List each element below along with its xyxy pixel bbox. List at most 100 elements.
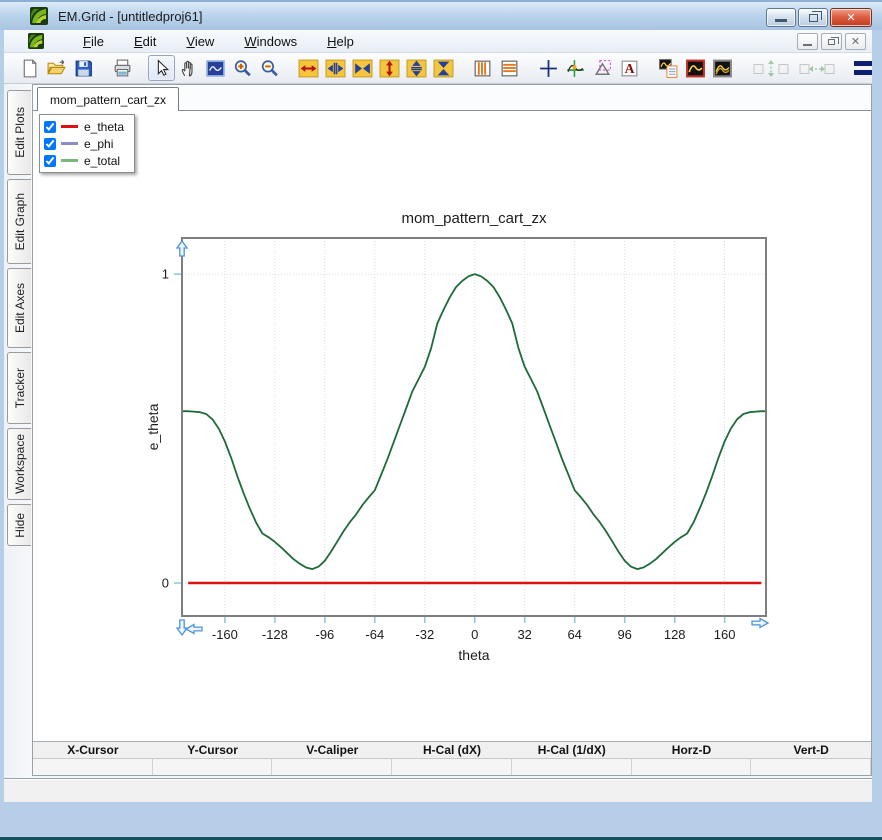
shrink-height-button[interactable]: [430, 55, 457, 81]
legend-label: e_total: [84, 154, 120, 168]
legend-checkbox-e_phi[interactable]: [44, 138, 56, 150]
sidebar-tab-tracker[interactable]: Tracker: [7, 352, 31, 424]
readout-value-cell: [632, 759, 752, 775]
crosshair-button[interactable]: [535, 55, 562, 81]
x-tick-label: 160: [714, 627, 736, 642]
sidebar-tab-edit-plots[interactable]: Edit Plots: [7, 90, 31, 175]
readout-col-vert-d: Vert-D: [751, 742, 871, 758]
sidebar-tab-label: Edit Plots: [13, 107, 27, 158]
readout-col-horz-d: Horz-D: [632, 742, 752, 758]
full-scale-x-button[interactable]: [295, 55, 322, 81]
horizontal-gridlines-icon: [499, 58, 520, 79]
legend-label: e_phi: [84, 137, 113, 151]
menu-view[interactable]: View: [171, 32, 229, 51]
legend-checkbox-e_total[interactable]: [44, 155, 56, 167]
x-tick-label: -96: [316, 627, 335, 642]
align-vertical-icon: [751, 58, 791, 79]
new-document-icon: [19, 58, 40, 79]
tracker-tool-button[interactable]: [562, 55, 589, 81]
sidebar-tab-label: Edit Axes: [13, 283, 27, 333]
legend-item-e_phi: e_phi: [44, 135, 124, 152]
y-tick-label: 0: [162, 576, 169, 591]
tab-mom-pattern-cart-zx[interactable]: mom_pattern_cart_zx: [37, 87, 179, 111]
legend-label: e_theta: [84, 120, 124, 134]
vertical-gridlines-button[interactable]: [469, 55, 496, 81]
readout-value-cell: [512, 759, 632, 775]
multi-curve-window-button[interactable]: [709, 55, 736, 81]
zoom-out-icon: [259, 58, 280, 79]
mdi-close-button[interactable]: ✕: [845, 33, 866, 50]
legend-item-e_theta: e_theta: [44, 118, 124, 135]
expand-width-button[interactable]: [322, 55, 349, 81]
readout-value-cell: [153, 759, 273, 775]
sidebar-tab-label: Workspace: [13, 434, 27, 494]
x-tick-label: 64: [567, 627, 581, 642]
sidebar-tab-workspace[interactable]: Workspace: [7, 428, 31, 500]
menu-edit[interactable]: Edit: [119, 32, 171, 51]
close-button[interactable]: ✕: [830, 8, 872, 27]
plot-document: mom_pattern_cart_zx e_thetae_phie_total …: [32, 84, 872, 776]
mdi-restore-button[interactable]: [821, 33, 842, 50]
svg-text:A: A: [625, 61, 635, 76]
mdi-minimize-button[interactable]: [797, 33, 818, 50]
crosshair-icon: [538, 58, 559, 79]
new-document-button[interactable]: [16, 55, 43, 81]
zoom-region-button[interactable]: [202, 55, 229, 81]
text-annotation-button[interactable]: A: [616, 55, 643, 81]
menu-items: FileEditViewWindowsHelp: [68, 32, 369, 51]
sidebar-tab-hide[interactable]: Hide: [7, 504, 31, 546]
caliper-tool-button[interactable]: [589, 55, 616, 81]
single-curve-window-button[interactable]: [682, 55, 709, 81]
zoom-region-icon: [205, 58, 226, 79]
legend-toggle-button[interactable]: [655, 55, 682, 81]
app-statusbar: [4, 778, 872, 802]
readout-value-row: [33, 759, 871, 775]
zoom-in-icon: [232, 58, 253, 79]
y-axis-label: e_theta: [145, 403, 161, 450]
restore-icon: [809, 14, 818, 22]
save-button[interactable]: [70, 55, 97, 81]
close-icon: ✕: [846, 11, 855, 24]
select-cursor-button[interactable]: [148, 55, 175, 81]
pan-hand-button[interactable]: [175, 55, 202, 81]
horizontal-gridlines-button[interactable]: [496, 55, 523, 81]
open-file-button[interactable]: [43, 55, 70, 81]
sidebar-tab-edit-axes[interactable]: Edit Axes: [7, 268, 31, 348]
mdi-restore-icon: [828, 39, 835, 45]
x-tick-label: -32: [415, 627, 434, 642]
full-scale-y-icon: [379, 58, 400, 79]
menu-help[interactable]: Help: [312, 32, 369, 51]
shrink-width-button[interactable]: [349, 55, 376, 81]
full-scale-y-button[interactable]: [376, 55, 403, 81]
client-area: Edit Plots Edit Graph Edit Axes Tracker Work…: [4, 84, 872, 802]
legend-swatch-e_phi: [61, 142, 78, 145]
y-axis-bottom-handle: [177, 620, 187, 635]
minimize-button[interactable]: [766, 8, 796, 27]
titlebar[interactable]: EM.Grid - [untitledproj61] ✕: [0, 2, 882, 30]
tracker-tool-icon: [565, 58, 586, 79]
expand-height-button[interactable]: [403, 55, 430, 81]
caliper-tool-icon: [592, 58, 613, 79]
legend-swatch-e_theta: [61, 125, 78, 128]
sidebar-tab-label: Hide: [13, 513, 27, 538]
zoom-in-button[interactable]: [229, 55, 256, 81]
legend-toggle-icon: [658, 58, 679, 79]
maximize-button[interactable]: [798, 8, 828, 27]
expand-width-icon: [325, 58, 346, 79]
align-horizontal-button: [794, 55, 840, 81]
legend-box[interactable]: e_theta e_phi e_total: [39, 114, 135, 173]
menu-windows[interactable]: Windows: [229, 32, 312, 51]
app-window: EM.Grid - [untitledproj61] ✕ FileEditVie…: [0, 0, 882, 840]
layout-button[interactable]: Layout: [854, 61, 872, 76]
x-tick-label: -128: [262, 627, 288, 642]
window-title: EM.Grid - [untitledproj61]: [58, 9, 203, 24]
print-icon: [112, 58, 133, 79]
sidebar-tab-edit-graph[interactable]: Edit Graph: [7, 179, 31, 264]
chart-svg[interactable]: -160-128-96-64-32032649612816001mom_patt…: [140, 203, 790, 673]
legend-checkbox-e_theta[interactable]: [44, 121, 56, 133]
open-file-icon: [46, 58, 67, 79]
minimize-icon: [775, 19, 787, 22]
print-button[interactable]: [109, 55, 136, 81]
zoom-out-button[interactable]: [256, 55, 283, 81]
menu-file[interactable]: File: [68, 32, 119, 51]
